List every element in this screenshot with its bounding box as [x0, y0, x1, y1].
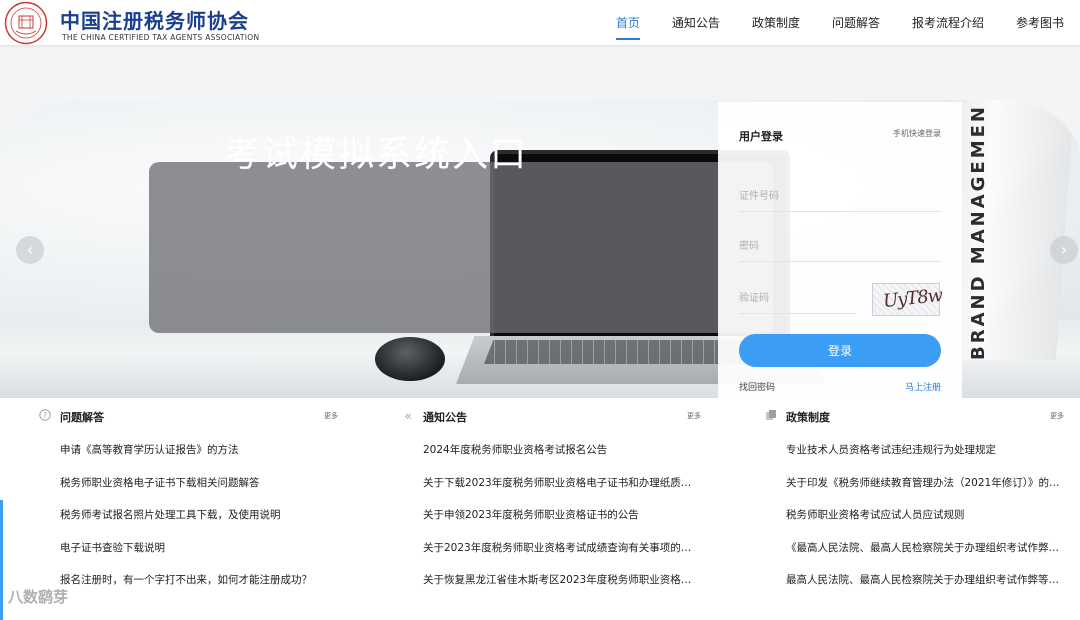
nav-item-reference-books[interactable]: 参考图书 [1000, 0, 1080, 46]
captcha-input[interactable] [739, 284, 857, 313]
carousel-next-button[interactable]: › [1050, 236, 1078, 264]
list-item[interactable]: 关于2023年度税务师职业资格考试成绩查询有关事项的通知 [401, 532, 701, 565]
list-item[interactable]: 电子证书查验下载说明 [38, 532, 338, 565]
list-item[interactable]: 专业技术人员资格考试违纪违规行为处理规定 [764, 434, 1064, 467]
phone-quick-login-link[interactable]: 手机快速登录 [893, 128, 941, 139]
chevron-left-icon: ‹ [26, 240, 34, 259]
list-item[interactable]: 税务师职业资格考试应试人员应试规则 [764, 499, 1064, 532]
nav-item-exam-process[interactable]: 报考流程介绍 [896, 0, 1000, 46]
more-link[interactable]: 更多 [1050, 411, 1064, 421]
question-circle-icon: ? [38, 409, 52, 423]
list-item[interactable]: 关于申领2023年度税务师职业资格证书的公告 [401, 499, 701, 532]
svg-text:?: ? [43, 411, 47, 420]
double-chevron-icon: « [404, 409, 412, 423]
more-link[interactable]: 更多 [324, 411, 338, 421]
content-section: ? 问题解答 更多 申请《高等教育学历认证报告》的方法 税务师职业资格电子证书下… [0, 398, 1080, 620]
nav-item-policies[interactable]: 政策制度 [736, 0, 816, 46]
mouse-image [375, 337, 445, 381]
forgot-password-link[interactable]: 找回密码 [739, 380, 775, 393]
login-title: 用户登录 [739, 130, 783, 143]
id-number-input[interactable] [739, 182, 941, 211]
captcha-image[interactable]: UyT8w [872, 283, 944, 316]
login-button[interactable]: 登录 [739, 334, 941, 367]
column-title: 政策制度 [786, 411, 830, 424]
list-item[interactable]: 《最高人民法院、最高人民检察院关于办理组织考试作弊等刑事案件适用法律若干问题的解… [764, 532, 1064, 565]
notices-list: 2024年度税务师职业资格考试报名公告 关于下载2023年度税务师职业资格电子证… [401, 434, 701, 597]
chevron-right-icon: › [1060, 240, 1068, 259]
brand-name-en: THE CHINA CERTIFIED TAX AGENTS ASSOCIATI… [62, 33, 260, 42]
policies-column: 政策制度 更多 专业技术人员资格考试违纪违规行为处理规定 关于印发《税务师继续教… [764, 398, 1064, 597]
list-item[interactable]: 最高人民法院、最高人民检察院关于办理组织考试作弊等刑事案件适用法律若干问题的解释 [764, 564, 1064, 597]
list-item[interactable]: 2024年度税务师职业资格考试报名公告 [401, 434, 701, 467]
site-header: 中国注册税务师协会 THE CHINA CERTIFIED TAX AGENTS… [0, 0, 1080, 46]
more-link[interactable]: 更多 [687, 411, 701, 421]
book-spine-text: BRAND MANAGEMEN [968, 104, 989, 360]
column-title: 通知公告 [423, 411, 467, 424]
column-header: 政策制度 更多 [764, 398, 1064, 434]
exam-simulation-entry-title[interactable]: 考试模拟系统入口 [224, 125, 528, 177]
faq-column: ? 问题解答 更多 申请《高等教育学历认证报告》的方法 税务师职业资格电子证书下… [38, 398, 338, 597]
notices-column: « 通知公告 更多 2024年度税务师职业资格考试报名公告 关于下载2023年度… [401, 398, 701, 597]
list-item[interactable]: 关于恢复黑龙江省佳木斯考区2023年度税务师职业资格考试的通知 [401, 564, 701, 597]
list-item[interactable]: 税务师考试报名照片处理工具下载，及使用说明 [38, 499, 338, 532]
captcha-text: UyT8w [882, 284, 944, 313]
password-input[interactable] [739, 232, 941, 261]
id-number-field [739, 182, 941, 212]
brand-name-cn[interactable]: 中国注册税务师协会 [60, 5, 249, 34]
register-link[interactable]: 马上注册 [905, 380, 941, 393]
list-item[interactable]: 报名注册时，有一个字打不出来，如何才能注册成功？ [38, 564, 338, 597]
nav-item-home[interactable]: 首页 [600, 0, 656, 46]
password-field [739, 232, 941, 262]
login-panel: 用户登录 手机快速登录 UyT8w 登录 找回密码 马上注册 [718, 102, 962, 398]
column-title: 问题解答 [60, 411, 104, 424]
column-header: ? 问题解答 更多 [38, 398, 338, 434]
policies-list: 专业技术人员资格考试违纪违规行为处理规定 关于印发《税务师继续教育管理办法（20… [764, 434, 1064, 597]
list-item[interactable]: 关于下载2023年度税务师职业资格电子证书和办理纸质证书的通知 [401, 467, 701, 500]
list-item[interactable]: 关于印发《税务师继续教育管理办法（2021年修订）》的通知 [764, 467, 1064, 500]
faq-list: 申请《高等教育学历认证报告》的方法 税务师职业资格电子证书下载相关问题解答 税务… [38, 434, 338, 597]
side-accent-bar [0, 500, 3, 620]
list-item[interactable]: 申请《高等教育学历认证报告》的方法 [38, 434, 338, 467]
list-item[interactable]: 税务师职业资格电子证书下载相关问题解答 [38, 467, 338, 500]
column-header: « 通知公告 更多 [401, 398, 701, 434]
exam-simulation-entry-card[interactable] [149, 162, 773, 333]
nav-item-notices[interactable]: 通知公告 [656, 0, 736, 46]
document-stack-icon [764, 409, 778, 423]
association-seal-icon[interactable] [4, 1, 48, 45]
carousel-prev-button[interactable]: ‹ [16, 236, 44, 264]
main-nav: 首页 通知公告 政策制度 问题解答 报考流程介绍 参考图书 [600, 0, 1080, 46]
nav-item-faq[interactable]: 问题解答 [816, 0, 896, 46]
watermark-text: 八数鹞芽 [8, 588, 69, 606]
captcha-field [739, 284, 857, 314]
